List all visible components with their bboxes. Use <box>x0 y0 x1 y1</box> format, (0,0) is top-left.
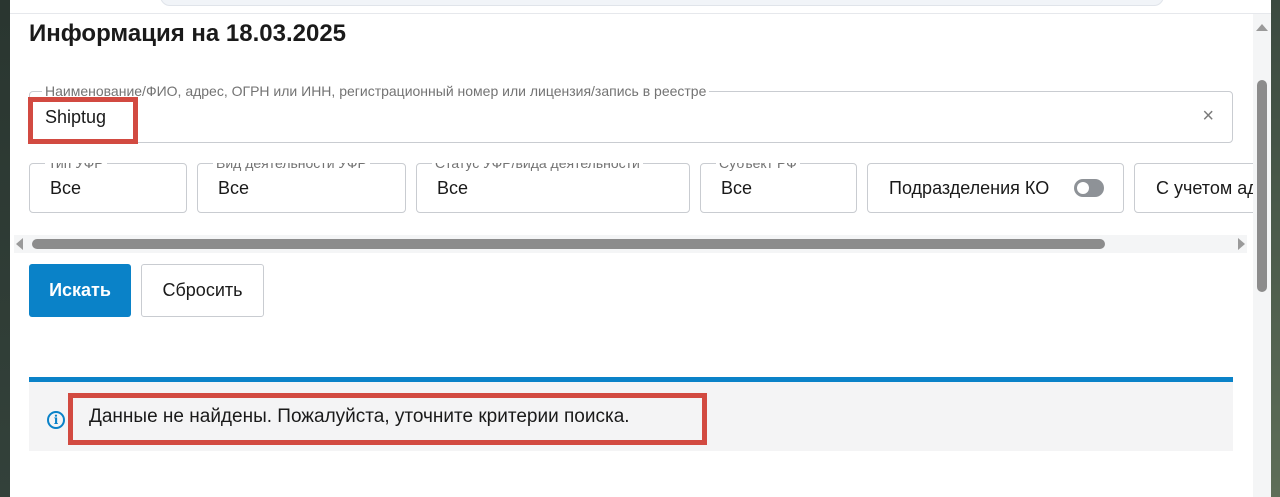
vertical-scrollbar[interactable] <box>1253 14 1271 497</box>
clear-icon[interactable]: × <box>1202 106 1214 126</box>
desktop-left-edge <box>0 0 10 497</box>
filter-type-value: Все <box>50 178 82 198</box>
filter-activity-label: Вид деятельности УФР <box>213 163 370 171</box>
filter-ko-branches[interactable]: Подразделения КО <box>867 163 1124 213</box>
info-icon: i <box>47 411 65 429</box>
extra-filter-label: С учетом ад <box>1156 178 1255 198</box>
search-button[interactable]: Искать <box>29 264 131 317</box>
filter-status-value: Все <box>437 178 469 198</box>
scroll-right-arrow-icon[interactable] <box>1238 238 1245 250</box>
ko-branches-toggle[interactable] <box>1074 179 1104 197</box>
desktop-right-edge <box>1271 0 1280 497</box>
page-window: Информация на 18.03.2025 Наименование/ФИ… <box>10 0 1271 497</box>
filter-region-value: Все <box>721 178 753 198</box>
reset-button[interactable]: Сбросить <box>141 264 264 317</box>
search-value-highlight <box>28 97 138 144</box>
search-field[interactable]: Наименование/ФИО, адрес, ОГРН или ИНН, р… <box>29 83 1233 143</box>
filters-row: Тип УФР Все Вид деятельности УФР Все Ста… <box>29 163 1255 213</box>
filter-type[interactable]: Тип УФР Все <box>29 163 187 213</box>
filter-activity-value: Все <box>218 178 250 198</box>
result-message-highlight <box>68 393 707 445</box>
filter-extra[interactable]: С учетом ад <box>1134 163 1255 213</box>
top-search-pill[interactable] <box>160 0 1164 6</box>
top-bar <box>10 0 1271 14</box>
filter-status[interactable]: Статус УФР/вида деятельности Все <box>416 163 690 213</box>
page-title: Информация на 18.03.2025 <box>29 20 347 47</box>
vertical-scroll-thumb[interactable] <box>1257 80 1267 292</box>
filter-status-label: Статус УФР/вида деятельности <box>432 163 643 171</box>
scroll-up-arrow-icon[interactable] <box>1256 24 1268 31</box>
filter-type-label: Тип УФР <box>45 163 107 171</box>
scroll-left-arrow-icon[interactable] <box>16 238 23 250</box>
horizontal-scrollbar[interactable] <box>14 235 1247 253</box>
search-field-label: Наименование/ФИО, адрес, ОГРН или ИНН, р… <box>42 83 710 99</box>
toggle-label: Подразделения КО <box>889 178 1050 198</box>
filter-activity[interactable]: Вид деятельности УФР Все <box>197 163 406 213</box>
filter-region[interactable]: Субъект РФ Все <box>700 163 857 213</box>
filter-region-label: Субъект РФ <box>716 163 800 171</box>
horizontal-scroll-thumb[interactable] <box>32 239 1105 249</box>
